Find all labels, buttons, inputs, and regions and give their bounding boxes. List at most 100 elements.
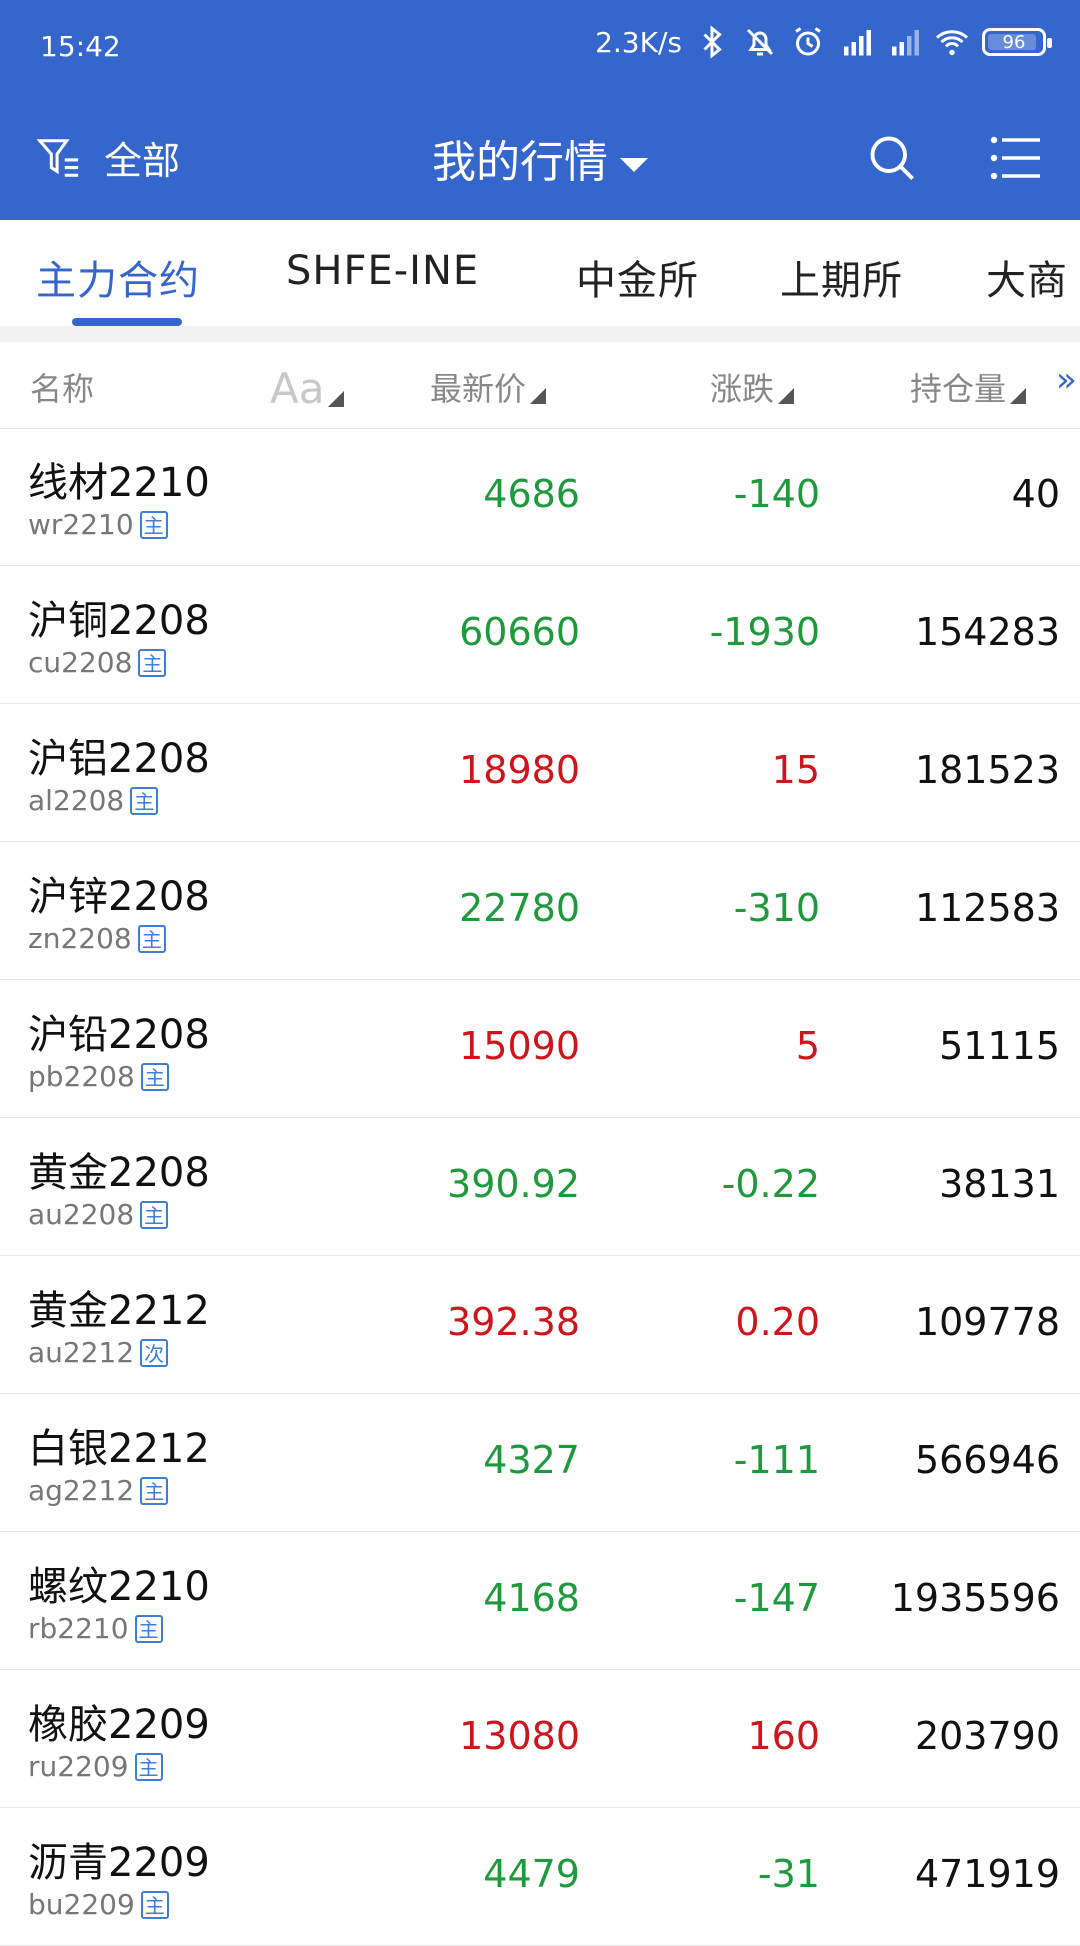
table-row[interactable]: 白银2212 ag2212 主 4327 -111 566946 — [0, 1394, 1080, 1532]
battery-icon: 96 — [982, 28, 1052, 56]
contract-tag-badge: 主 — [138, 648, 167, 677]
contract-code: zn2208 — [28, 922, 132, 955]
column-price[interactable]: 最新价 — [430, 364, 547, 410]
price-change: -147 — [733, 1576, 820, 1620]
column-change[interactable]: 涨跌 — [710, 364, 795, 410]
contract-name: 沪铅2208 — [28, 1012, 210, 1058]
table-row[interactable]: 沪铝2208 al2208 主 18980 15 181523 — [0, 704, 1080, 842]
contract-code-line: al2208 主 — [28, 784, 159, 817]
open-interest: 112583 — [914, 886, 1060, 930]
contract-code: al2208 — [28, 784, 125, 817]
contract-code-line: pb2208 主 — [28, 1060, 169, 1093]
last-price: 390.92 — [447, 1162, 580, 1206]
price-change: 5 — [795, 1024, 820, 1068]
contract-code-line: ag2212 主 — [28, 1474, 169, 1507]
open-interest: 109778 — [914, 1300, 1060, 1344]
tab-shfe-ine[interactable]: SHFE-INE — [286, 248, 479, 294]
tab-dce[interactable]: 大商 — [986, 248, 1068, 306]
contract-code-line: zn2208 主 — [28, 922, 166, 955]
contract-tag-badge: 主 — [134, 1752, 163, 1781]
tab-cffex[interactable]: 中金所 — [576, 248, 699, 306]
open-interest: 40 — [1011, 472, 1060, 516]
contract-tag-badge: 主 — [137, 924, 166, 953]
contract-tag-badge: 主 — [140, 1476, 169, 1505]
contract-name: 沪铜2208 — [28, 598, 210, 644]
menu-list-icon[interactable] — [990, 134, 1042, 182]
sort-icon — [530, 388, 547, 404]
net-speed: 2.3K/s — [595, 25, 682, 59]
contract-code-line: bu2209 主 — [28, 1888, 169, 1921]
price-change: 0.20 — [735, 1300, 820, 1344]
last-price: 18980 — [459, 748, 580, 792]
contract-code: ag2212 — [28, 1474, 135, 1507]
column-change-label: 涨跌 — [710, 370, 775, 408]
price-change: -310 — [733, 886, 820, 930]
table-row[interactable]: 沥青2209 bu2209 主 4479 -31 471919 — [0, 1808, 1080, 1946]
sort-icon — [328, 391, 345, 407]
quote-list: 线材2210 wr2210 主 4686 -140 40 沪铜2208 cu2208 主 6066… — [0, 428, 1080, 1946]
last-price: 13080 — [459, 1714, 580, 1758]
hd-signal-icon — [844, 30, 871, 56]
page-title-dropdown[interactable]: 我的行情 — [0, 126, 1080, 190]
more-columns-icon[interactable]: » — [1056, 360, 1077, 400]
open-interest: 181523 — [914, 748, 1060, 792]
price-change: -1930 — [709, 610, 820, 654]
signal-icon — [892, 30, 919, 56]
contract-code: ru2209 — [28, 1750, 129, 1783]
open-interest: 51115 — [939, 1024, 1060, 1068]
sort-icon — [1010, 388, 1027, 404]
price-change: -0.22 — [721, 1162, 820, 1206]
search-icon[interactable] — [866, 132, 918, 184]
status-time: 15:42 — [40, 30, 121, 63]
last-price: 4168 — [483, 1576, 580, 1620]
contract-tag-badge: 主 — [130, 786, 159, 815]
table-row[interactable]: 沪铅2208 pb2208 主 15090 5 51115 — [0, 980, 1080, 1118]
price-change: 160 — [747, 1714, 820, 1758]
contract-name: 螺纹2210 — [28, 1564, 210, 1610]
open-interest: 471919 — [914, 1852, 1060, 1896]
table-row[interactable]: 沪铜2208 cu2208 主 60660 -1930 154283 — [0, 566, 1080, 704]
alarm-icon — [795, 27, 821, 56]
table-row[interactable]: 黄金2208 au2208 主 390.92 -0.22 38131 — [0, 1118, 1080, 1256]
contract-code: pb2208 — [28, 1060, 135, 1093]
app-header: 全部 我的行情 — [0, 96, 1080, 220]
table-row[interactable]: 沪锌2208 zn2208 主 22780 -310 112583 — [0, 842, 1080, 980]
contract-tag-badge: 主 — [140, 1890, 169, 1919]
font-size-label: Aa — [270, 364, 325, 413]
price-change: -111 — [733, 1438, 820, 1482]
contract-tag-badge: 主 — [140, 1200, 169, 1229]
price-change: -140 — [733, 472, 820, 516]
contract-code: au2212 — [28, 1336, 135, 1369]
divider — [0, 326, 1080, 342]
contract-name: 线材2210 — [28, 460, 210, 506]
table-row[interactable]: 黄金2212 au2212 次 392.38 0.20 109778 — [0, 1256, 1080, 1394]
table-row[interactable]: 橡胶2209 ru2209 主 13080 160 203790 — [0, 1670, 1080, 1808]
tab-main-contracts[interactable]: 主力合约 — [36, 248, 200, 306]
contract-name: 橡胶2209 — [28, 1702, 210, 1748]
open-interest: 1935596 — [890, 1576, 1060, 1620]
last-price: 15090 — [459, 1024, 580, 1068]
last-price: 4327 — [483, 1438, 580, 1482]
contract-tag-badge: 主 — [140, 1062, 169, 1091]
contract-code: bu2209 — [28, 1888, 135, 1921]
open-interest: 154283 — [914, 610, 1060, 654]
contract-code: rb2210 — [28, 1612, 129, 1645]
contract-code-line: au2208 主 — [28, 1198, 169, 1231]
font-size-toggle[interactable]: Aa — [270, 364, 345, 413]
contract-tag-badge: 次 — [140, 1338, 169, 1367]
price-change: -31 — [757, 1852, 820, 1896]
exchange-tabs: 主力合约 SHFE-INE 中金所 上期所 大商 — [0, 220, 1080, 326]
contract-name: 沪锌2208 — [28, 874, 210, 920]
last-price: 60660 — [459, 610, 580, 654]
contract-name: 白银2212 — [28, 1426, 210, 1472]
table-row[interactable]: 螺纹2210 rb2210 主 4168 -147 1935596 — [0, 1532, 1080, 1670]
table-row[interactable]: 线材2210 wr2210 主 4686 -140 40 — [0, 428, 1080, 566]
contract-name: 黄金2208 — [28, 1150, 210, 1196]
column-oi-label: 持仓量 — [910, 370, 1007, 408]
status-bar: 15:42 2.3K/s 96 — [0, 0, 1080, 96]
tab-shfe[interactable]: 上期所 — [780, 248, 903, 306]
last-price: 392.38 — [447, 1300, 580, 1344]
column-open-interest[interactable]: 持仓量 — [910, 364, 1027, 410]
contract-name: 沥青2209 — [28, 1840, 210, 1886]
mute-bell-icon — [746, 28, 774, 56]
